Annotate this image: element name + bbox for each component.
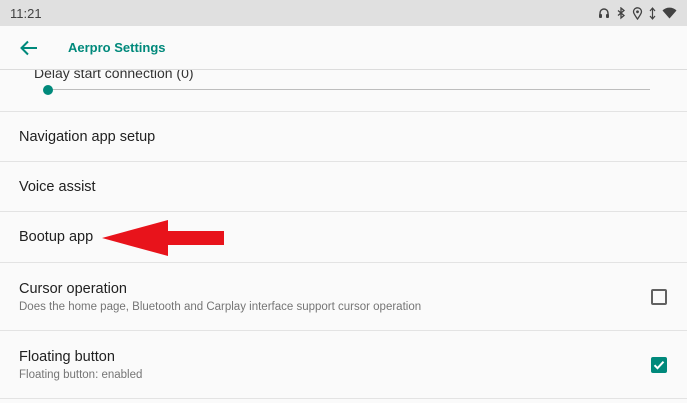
slider-track[interactable] [48, 89, 650, 90]
pref-summary: Floating button: enabled [19, 368, 143, 381]
floating-button-checkbox[interactable] [651, 356, 667, 373]
checkmark-icon [653, 360, 665, 370]
pref-floating-button[interactable]: Floating button Floating button: enabled [0, 331, 687, 399]
slider-thumb[interactable] [43, 85, 53, 95]
pref-title: Navigation app setup [19, 128, 156, 145]
pref-title: Voice assist [19, 178, 96, 195]
headset-icon [599, 8, 609, 18]
annotation-arrow-icon [102, 220, 224, 256]
pref-title: Cursor operation [19, 280, 127, 297]
pref-navigation-app-setup[interactable]: Navigation app setup [0, 112, 687, 162]
pref-title: Floating button [19, 348, 115, 365]
wifi-icon [662, 7, 677, 19]
arrow-left-icon [20, 40, 37, 55]
data-icon [649, 6, 656, 20]
delay-start-connection-setting: Delay start connection (0) [0, 70, 687, 112]
page-title: Aerpro Settings [68, 40, 166, 55]
cursor-operation-checkbox[interactable] [651, 288, 667, 305]
slider-label: Delay start connection (0) [34, 70, 194, 81]
status-bar: 11:21 [0, 0, 687, 26]
bluetooth-icon [617, 6, 626, 19]
location-icon [632, 6, 643, 20]
pref-voice-assist[interactable]: Voice assist [0, 162, 687, 212]
pref-summary: Does the home page, Bluetooth and Carpla… [19, 300, 422, 313]
back-button[interactable] [0, 26, 60, 70]
status-time: 11:21 [10, 5, 42, 21]
pref-cursor-operation[interactable]: Cursor operation Does the home page, Blu… [0, 263, 687, 331]
status-icons [598, 6, 677, 20]
app-bar: Aerpro Settings [0, 26, 687, 70]
